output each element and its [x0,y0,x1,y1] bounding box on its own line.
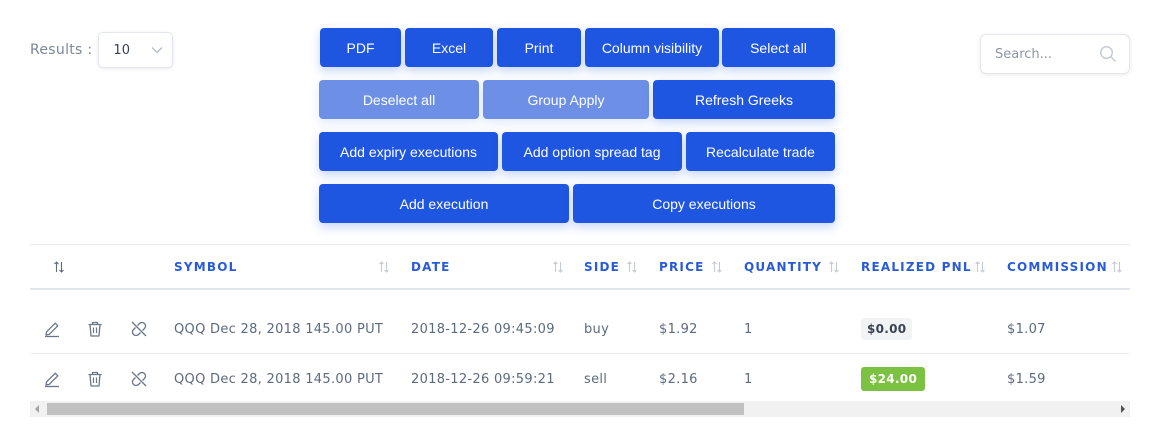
column-header-realized-pnl[interactable]: REALIZED PNL [861,245,972,289]
recalculate-trade-button[interactable]: Recalculate trade [686,132,835,171]
sort-arrows-icon[interactable] [626,259,638,275]
add-option-spread-tag-button[interactable]: Add option spread tag [502,132,682,171]
sort-arrows-icon[interactable] [828,259,840,275]
chevron-down-icon [151,47,163,54]
deselect-all-button[interactable]: Deselect all [319,80,479,119]
cell-side: buy [584,321,610,337]
cell-symbol: QQQ Dec 28, 2018 145.00 PUT [174,371,384,387]
cell-commission: $1.07 [1007,321,1046,337]
sort-arrows-icon[interactable] [1111,259,1123,275]
cell-price: $1.92 [659,321,698,337]
cell-date: 2018-12-26 09:59:21 [411,371,555,387]
copy-executions-button[interactable]: Copy executions [573,184,835,223]
column-header-price[interactable]: PRICE [659,245,705,289]
search-input[interactable] [995,46,1095,62]
pnl-badge: $24.00 [861,367,926,391]
scrollbar-thumb[interactable] [47,403,744,415]
cell-realized-pnl: $0.00 [861,304,913,354]
cell-symbol: QQQ Dec 28, 2018 145.00 PUT [174,321,384,337]
trash-icon[interactable] [86,370,104,388]
print-button[interactable]: Print [497,28,581,67]
unlink-icon[interactable] [130,320,148,338]
scroll-left-arrow-icon[interactable] [35,405,39,413]
sort-arrows-icon[interactable] [378,259,390,275]
add-execution-button[interactable]: Add execution [319,184,569,223]
unlink-icon[interactable] [130,370,148,388]
excel-button[interactable]: Excel [405,28,493,67]
pdf-button[interactable]: PDF [320,28,401,67]
results-label: Results : [30,42,93,58]
cell-price: $2.16 [659,371,698,387]
select-all-button[interactable]: Select all [722,28,835,67]
add-expiry-executions-button[interactable]: Add expiry executions [319,132,498,171]
group-apply-button[interactable]: Group Apply [483,80,649,119]
table-header: SYMBOL DATE SIDE PRICE QUANTITY REALIZED… [30,244,1130,290]
column-header-date[interactable]: DATE [411,245,451,289]
cell-commission: $1.59 [1007,371,1046,387]
sort-arrows-icon[interactable] [53,259,65,275]
search-box [980,34,1130,74]
cell-date: 2018-12-26 09:45:09 [411,321,555,337]
horizontal-scrollbar[interactable] [30,401,1130,417]
refresh-greeks-button[interactable]: Refresh Greeks [653,80,835,119]
results-value: 10 [113,42,130,58]
cell-quantity: 1 [744,321,753,337]
sort-arrows-icon[interactable] [974,259,986,275]
table-body: QQQ Dec 28, 2018 145.00 PUT 2018-12-26 0… [30,304,1130,404]
pencil-icon[interactable] [43,370,61,388]
search-icon[interactable] [1099,45,1117,63]
sort-arrows-icon[interactable] [711,259,723,275]
table-row: QQQ Dec 28, 2018 145.00 PUT 2018-12-26 0… [30,304,1130,354]
cell-quantity: 1 [744,371,753,387]
column-header-commission[interactable]: COMMISSION [1007,245,1108,289]
column-visibility-button[interactable]: Column visibility [585,28,719,67]
pencil-icon[interactable] [43,320,61,338]
cell-side: sell [584,371,608,387]
results-control: Results : 10 [30,32,174,68]
pnl-badge: $0.00 [861,318,913,340]
results-per-page-select[interactable]: 10 [98,32,174,68]
column-header-symbol[interactable]: SYMBOL [174,245,237,289]
table-row: QQQ Dec 28, 2018 145.00 PUT 2018-12-26 0… [30,354,1130,404]
sort-arrows-icon[interactable] [552,259,564,275]
column-header-side[interactable]: SIDE [584,245,620,289]
cell-realized-pnl: $24.00 [861,354,926,404]
column-header-quantity[interactable]: QUANTITY [744,245,822,289]
trash-icon[interactable] [86,320,104,338]
scroll-right-arrow-icon[interactable] [1121,405,1125,413]
executions-table: SYMBOL DATE SIDE PRICE QUANTITY REALIZED… [30,244,1130,404]
